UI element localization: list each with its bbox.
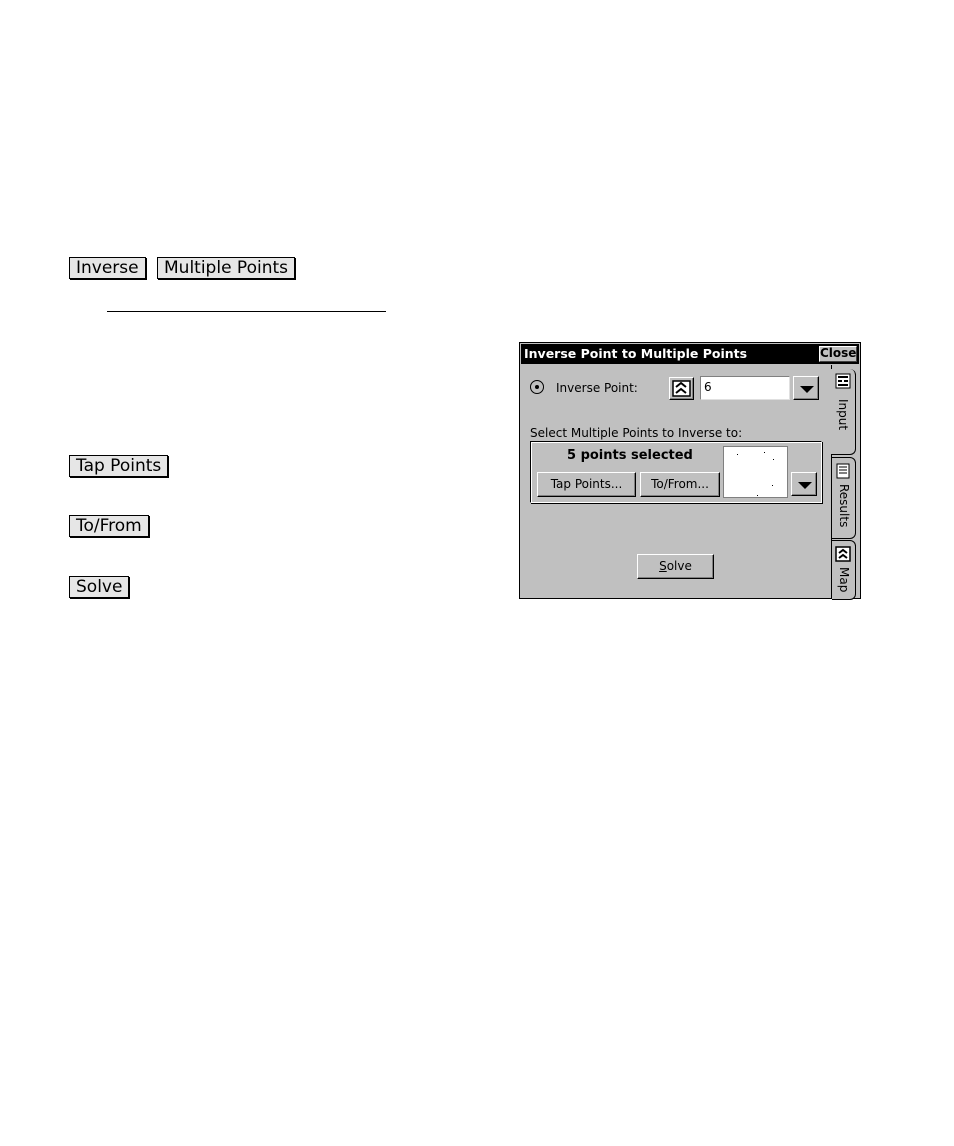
tab-results-label: Results [837, 484, 851, 528]
map-icon [672, 380, 691, 397]
points-selected-text: 5 points selected [567, 448, 693, 463]
tab-map[interactable]: Map [832, 540, 856, 600]
tab-map-label: Map [837, 567, 851, 593]
point-dot [737, 454, 738, 455]
multiple-points-key: Multiple Points [157, 257, 295, 279]
point-dot [757, 495, 758, 496]
tab-input[interactable]: Input [831, 369, 856, 455]
inverse-dialog: Inverse Point to Multiple Points Close I… [519, 342, 861, 600]
dialog-title: Inverse Point to Multiple Points [524, 346, 748, 361]
tap-points-button[interactable]: Tap Points... [537, 472, 636, 497]
solve-mnemonic: S [659, 559, 667, 573]
tap-points-key: Tap Points [69, 455, 169, 477]
map-select-button[interactable] [669, 377, 694, 400]
divider-rule [107, 311, 386, 312]
select-points-label: Select Multiple Points to Inverse to: [530, 426, 743, 440]
to-from-button[interactable]: To/From... [640, 472, 720, 497]
point-dot [773, 459, 774, 460]
side-tabs: Input Results Map [831, 365, 860, 600]
close-button[interactable]: Close [819, 346, 857, 362]
point-dot [772, 485, 773, 486]
solve-button[interactable]: Solve [637, 554, 714, 579]
solve-key: Solve [69, 576, 130, 598]
points-preview [723, 446, 788, 498]
map-icon [835, 546, 851, 562]
inverse-point-radio[interactable] [530, 380, 544, 394]
inverse-point-input[interactable]: 6 [700, 376, 790, 400]
chevron-down-icon [800, 386, 814, 393]
input-form-icon [835, 373, 851, 389]
dialog-titlebar: Inverse Point to Multiple Points Close [521, 344, 859, 364]
tab-input-label: Input [836, 399, 850, 431]
solve-label: olve [666, 559, 692, 573]
to-from-key: To/From [69, 515, 149, 537]
inverse-point-dropdown[interactable] [793, 376, 819, 400]
results-doc-icon [836, 463, 850, 479]
point-dot [764, 452, 765, 453]
inverse-key: Inverse [69, 257, 146, 279]
chevron-down-icon [798, 482, 812, 489]
inverse-point-label: Inverse Point: [556, 381, 638, 395]
points-dropdown[interactable] [791, 472, 817, 496]
tab-results[interactable]: Results [832, 457, 856, 539]
